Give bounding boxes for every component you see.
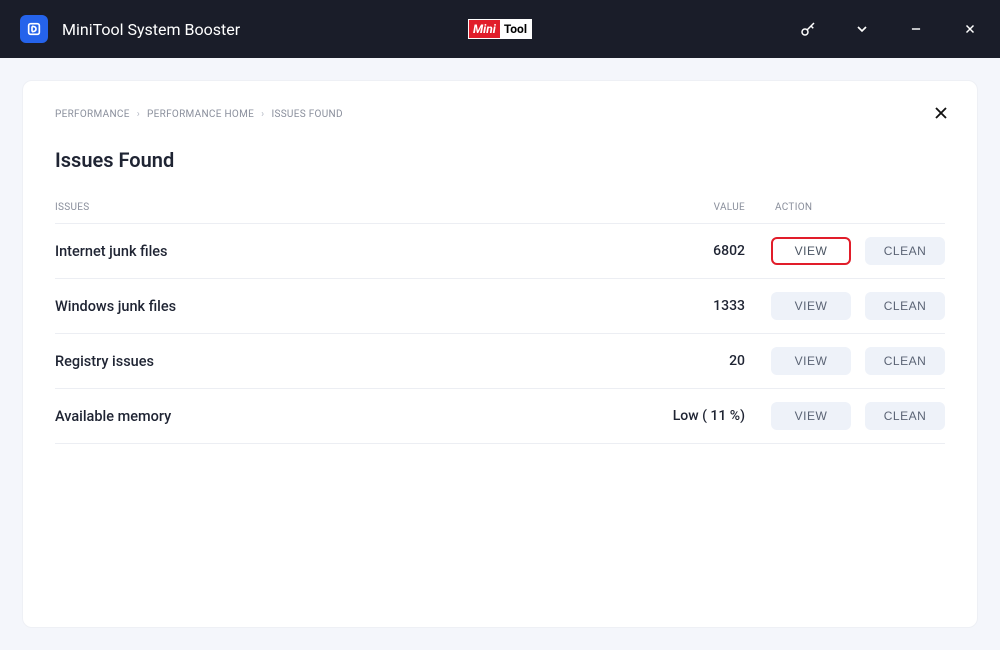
breadcrumb-item[interactable]: ISSUES FOUND <box>271 109 342 120</box>
breadcrumb-item[interactable]: PERFORMANCE HOME <box>147 109 254 120</box>
breadcrumb-sep: › <box>261 109 264 120</box>
app-icon <box>20 15 48 43</box>
titlebar: MiniTool System Booster Mini Tool <box>0 0 1000 58</box>
view-button[interactable]: VIEW <box>771 402 851 430</box>
table-row: Available memory Low ( 11 %) VIEW CLEAN <box>55 389 945 444</box>
brand-left: Mini <box>469 20 500 38</box>
issue-value: 20 <box>645 353 755 369</box>
view-button[interactable]: VIEW <box>771 292 851 320</box>
issue-value: 1333 <box>645 298 755 314</box>
brand-right: Tool <box>500 20 531 38</box>
breadcrumb: PERFORMANCE › PERFORMANCE HOME › ISSUES … <box>55 109 945 120</box>
issue-actions: VIEW CLEAN <box>755 237 945 265</box>
col-value: VALUE <box>645 202 755 213</box>
table-header: ISSUES VALUE ACTION <box>55 202 945 224</box>
close-panel-button[interactable] <box>929 101 953 125</box>
card: PERFORMANCE › PERFORMANCE HOME › ISSUES … <box>22 80 978 628</box>
issue-value: Low ( 11 %) <box>645 408 755 424</box>
col-action: ACTION <box>755 202 945 213</box>
breadcrumb-sep: › <box>137 109 140 120</box>
view-button[interactable]: VIEW <box>771 237 851 265</box>
issue-actions: VIEW CLEAN <box>755 347 945 375</box>
clean-button[interactable]: CLEAN <box>865 402 945 430</box>
col-issues: ISSUES <box>55 202 645 213</box>
titlebar-right <box>798 19 980 39</box>
titlebar-left: MiniTool System Booster <box>20 15 240 43</box>
workarea: PERFORMANCE › PERFORMANCE HOME › ISSUES … <box>0 58 1000 650</box>
minimize-button[interactable] <box>906 19 926 39</box>
chevron-down-icon[interactable] <box>852 19 872 39</box>
app-title: MiniTool System Booster <box>62 20 240 39</box>
issue-actions: VIEW CLEAN <box>755 402 945 430</box>
table-row: Windows junk files 1333 VIEW CLEAN <box>55 279 945 334</box>
clean-button[interactable]: CLEAN <box>865 292 945 320</box>
issues-table: ISSUES VALUE ACTION Internet junk files … <box>55 202 945 444</box>
page-title: Issues Found <box>55 148 945 172</box>
issue-label: Registry issues <box>55 353 645 370</box>
clean-button[interactable]: CLEAN <box>865 347 945 375</box>
table-row: Registry issues 20 VIEW CLEAN <box>55 334 945 389</box>
issue-actions: VIEW CLEAN <box>755 292 945 320</box>
brand-badge: Mini Tool <box>468 19 532 39</box>
issue-label: Internet junk files <box>55 243 645 260</box>
view-button[interactable]: VIEW <box>771 347 851 375</box>
breadcrumb-item[interactable]: PERFORMANCE <box>55 109 130 120</box>
clean-button[interactable]: CLEAN <box>865 237 945 265</box>
issue-label: Windows junk files <box>55 298 645 315</box>
issue-label: Available memory <box>55 408 645 425</box>
issue-value: 6802 <box>645 243 755 259</box>
table-row: Internet junk files 6802 VIEW CLEAN <box>55 224 945 279</box>
key-icon[interactable] <box>798 19 818 39</box>
close-window-button[interactable] <box>960 19 980 39</box>
